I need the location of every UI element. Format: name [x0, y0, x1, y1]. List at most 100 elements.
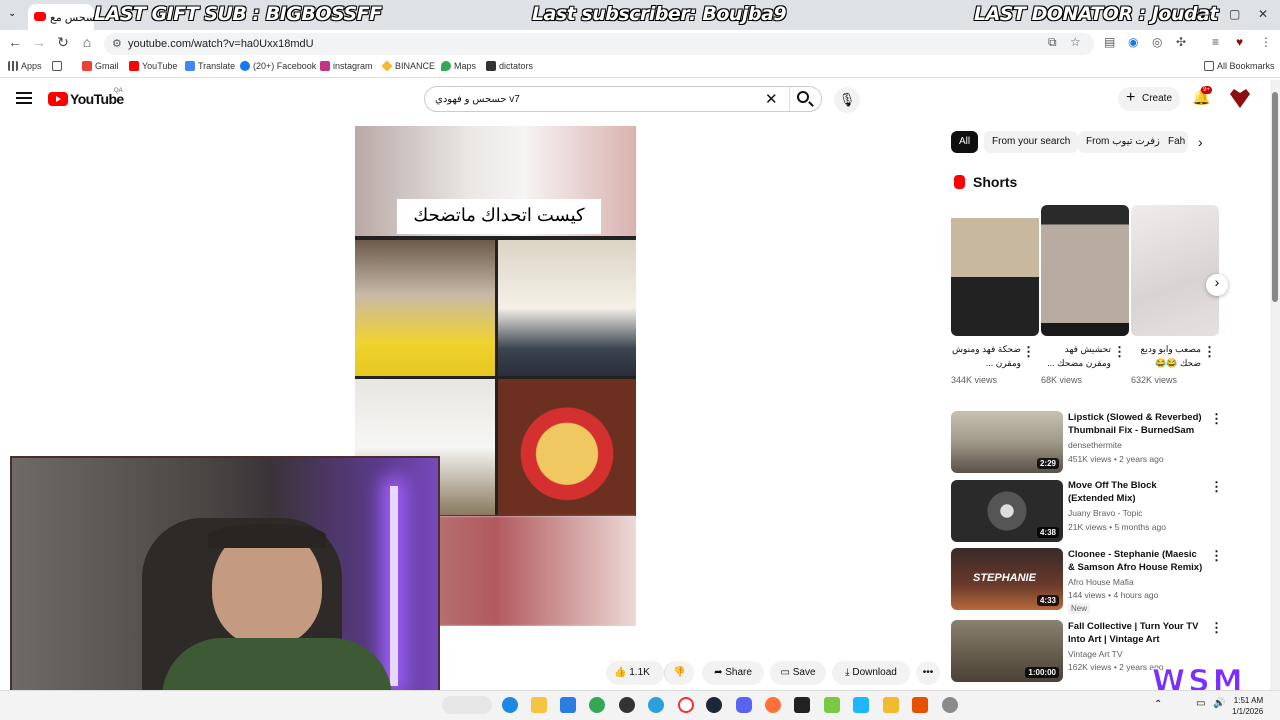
back-arrow-icon[interactable]: ←	[6, 34, 24, 50]
chips-next-chevron-icon[interactable]: ›	[1198, 134, 1203, 150]
rec-thumbnail-1[interactable]: 2:29	[951, 411, 1063, 473]
rec-title-4[interactable]: Fall Collective | Turn Your TV Into Art …	[1068, 620, 1204, 646]
site-info-icon[interactable]: ⚙	[112, 37, 122, 50]
short-thumbnail-1[interactable]	[951, 205, 1039, 336]
short-3-more-icon[interactable]: ⋮	[1203, 344, 1216, 360]
capcut-icon[interactable]	[794, 697, 810, 713]
volume-icon[interactable]: 🔊	[1213, 698, 1225, 709]
short-thumbnail-3[interactable]	[1131, 205, 1219, 336]
rec-thumbnail-2[interactable]: 4:38	[951, 480, 1063, 542]
browser-menu-icon[interactable]: ⋮	[1260, 35, 1272, 49]
search-icon[interactable]	[797, 91, 809, 103]
bookmark-apps[interactable]: Apps	[8, 61, 42, 71]
rec-title-3[interactable]: Cloonee - Stephanie (Maesic & Samson Afr…	[1068, 548, 1204, 574]
short-thumbnail-2[interactable]	[1041, 205, 1129, 336]
rec-channel-3[interactable]: Afro House Mafia	[1068, 577, 1134, 587]
chip-from-your-search[interactable]: From your search	[984, 131, 1079, 153]
rec-thumbnail-3[interactable]: STEPHANIE 4:33	[951, 548, 1063, 610]
file-explorer-icon[interactable]	[531, 697, 547, 713]
bookmark-facebook[interactable]: (20+) Facebook	[240, 61, 316, 71]
minimize-icon[interactable]: —	[1198, 7, 1210, 21]
share-button[interactable]: ➦ Share	[702, 661, 764, 685]
tab-search-icon[interactable]: ⌄	[8, 8, 16, 19]
rec-title-1[interactable]: Lipstick (Slowed & Reverbed) Thumbnail F…	[1068, 411, 1204, 437]
rec-channel-2[interactable]: Juany Bravo - Topic	[1068, 508, 1143, 518]
opera-icon[interactable]	[678, 697, 694, 713]
rec-2-more-icon[interactable]: ⋮	[1210, 479, 1223, 495]
clear-search-icon[interactable]: ✕	[765, 90, 778, 108]
search-input[interactable]: حسحس و فهودي v7 ✕	[424, 86, 822, 112]
bookmark-dictators[interactable]: dictators	[486, 61, 533, 71]
puzzle-extensions-icon[interactable]: ✣	[1176, 35, 1186, 49]
bookmark-translate[interactable]: Translate	[185, 61, 235, 71]
settings-gear-icon[interactable]	[942, 697, 958, 713]
bookmark-binance[interactable]: BINANCE	[381, 60, 435, 72]
shorts-next-chevron-icon[interactable]: ›	[1206, 274, 1228, 296]
firefox-icon[interactable]	[765, 697, 781, 713]
all-bookmarks[interactable]: All Bookmarks	[1204, 61, 1275, 71]
bookmark-maps[interactable]: Maps	[441, 61, 476, 71]
app-blue-icon[interactable]	[853, 697, 869, 713]
translate-icon[interactable]: ◎	[1152, 35, 1162, 49]
bookmark-youtube[interactable]: YouTube	[129, 61, 177, 71]
telegram-icon[interactable]	[648, 697, 664, 713]
chip-all[interactable]: All	[951, 131, 979, 153]
chrome-icon[interactable]	[589, 697, 605, 713]
short-title-2[interactable]: تحشيش فهد ومقرن مضحك ...	[1041, 342, 1111, 370]
like-button[interactable]: 👍 1.1K	[606, 661, 664, 685]
more-actions-button[interactable]: •••	[916, 661, 940, 685]
bookmark-star-icon[interactable]: ☆	[1070, 35, 1081, 49]
steam-icon[interactable]	[706, 697, 722, 713]
bookmark-instagram[interactable]: instagram	[320, 61, 373, 71]
close-icon[interactable]: ✕	[1258, 7, 1268, 21]
taskbar-clock[interactable]: 1:51 AM 1/1/2026	[1232, 695, 1263, 717]
bookmark-gmail[interactable]: Gmail	[82, 61, 119, 71]
home-icon[interactable]: ⌂	[78, 34, 96, 50]
scrollbar-thumb[interactable]	[1272, 92, 1278, 302]
forward-arrow-icon[interactable]: →	[30, 34, 48, 50]
profile-icon[interactable]: ♥	[1236, 35, 1243, 49]
install-app-icon[interactable]: ⧉	[1048, 35, 1057, 50]
page-scrollbar[interactable]	[1270, 80, 1280, 690]
reload-icon[interactable]: ↻	[54, 34, 72, 51]
rec-channel-1[interactable]: densethermite	[1068, 440, 1122, 450]
app-green-icon[interactable]	[824, 697, 840, 713]
edge-icon[interactable]	[502, 697, 518, 713]
hamburger-menu-icon[interactable]	[16, 92, 32, 104]
tray-chevron-icon[interactable]: ⌃	[1154, 699, 1162, 710]
network-icon[interactable]: ▭	[1196, 698, 1205, 709]
rec-channel-4[interactable]: Vintage Art TV	[1068, 649, 1123, 659]
rec-3-more-icon[interactable]: ⋮	[1210, 548, 1223, 564]
download-button[interactable]: ⤓ Download	[832, 661, 910, 685]
short-2-more-icon[interactable]: ⋮	[1113, 344, 1126, 360]
chip-from-channel[interactable]: From زفرت تيوب	[1078, 131, 1168, 153]
store-icon[interactable]	[560, 697, 576, 713]
dislike-button[interactable]: 👎	[664, 661, 694, 685]
chip-fah[interactable]: Fah	[1160, 131, 1188, 153]
avatar[interactable]	[1230, 89, 1250, 108]
rec-1-more-icon[interactable]: ⋮	[1210, 411, 1223, 427]
maximize-icon[interactable]: ▢	[1229, 7, 1240, 21]
bookmark-grid[interactable]	[52, 61, 65, 71]
rec-4-more-icon[interactable]: ⋮	[1210, 620, 1223, 636]
rec-title-2[interactable]: Move Off The Block (Extended Mix)	[1068, 479, 1204, 505]
app-orange-icon[interactable]	[912, 697, 928, 713]
media-icon[interactable]: ◉	[1128, 35, 1138, 49]
create-button[interactable]: + Create	[1118, 87, 1180, 111]
microphone-icon[interactable]: 🎙	[834, 87, 860, 113]
notifications-bell-icon[interactable]: 🔔 9+	[1192, 86, 1212, 106]
reading-list-icon[interactable]: ≡	[1212, 35, 1219, 49]
youtube-logo[interactable]: YouTube QA	[48, 88, 124, 109]
obs-icon[interactable]	[619, 697, 635, 713]
discord-icon[interactable]	[736, 697, 752, 713]
taskbar-search[interactable]	[442, 696, 492, 714]
short-title-1[interactable]: ضحكة فهد ومنوش ومقرن ...	[951, 342, 1021, 370]
extension-icon[interactable]: ▤	[1104, 35, 1115, 49]
short-1-more-icon[interactable]: ⋮	[1022, 344, 1035, 360]
rec-thumbnail-4[interactable]: 1:00:00	[951, 620, 1063, 682]
binance-app-icon[interactable]	[883, 697, 899, 713]
short-title-3[interactable]: مصعب وابو وديع ضحك 😂😂	[1131, 342, 1201, 370]
address-bar[interactable]: ⚙ youtube.com/watch?v=ha0Uxx18mdU	[104, 33, 1094, 55]
browser-tab[interactable]: حسحس مع	[28, 4, 94, 30]
save-button[interactable]: ▭ Save	[770, 661, 826, 685]
